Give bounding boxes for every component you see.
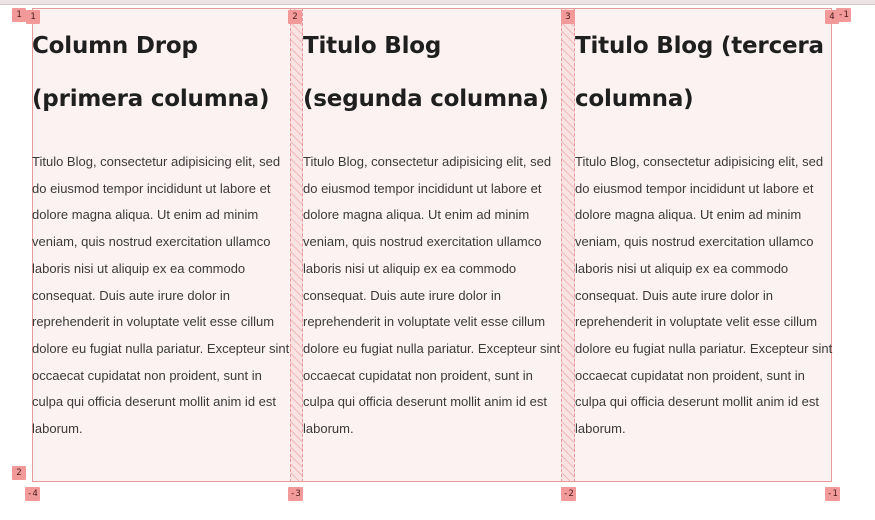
column-3: Titulo Blog (tercera columna) Titulo Blo… xyxy=(575,20,833,443)
column-line-negative-3-badge: -3 xyxy=(288,487,303,501)
column-line-negative-1-badge: -1 xyxy=(825,487,840,501)
row-line-negative-1-badge: -1 xyxy=(836,8,851,22)
row-line-2-badge: 2 xyxy=(12,466,26,480)
column-line-1-badge: 1 xyxy=(26,10,40,24)
column-line-negative-4-badge: -4 xyxy=(25,487,40,501)
row-line-1-badge: 1 xyxy=(12,8,26,22)
column-line-3-badge: 3 xyxy=(561,10,575,24)
column-1-title: Column Drop (primera columna) xyxy=(32,33,270,112)
column-1-text: Titulo Blog, consectetur adipisicing eli… xyxy=(32,154,290,437)
column-2-text: Titulo Blog, consectetur adipisicing eli… xyxy=(303,154,561,437)
column-1: Column Drop (primera columna) Titulo Blo… xyxy=(32,20,290,443)
column-line-negative-2-badge: -2 xyxy=(561,487,576,501)
column-3-title: Titulo Blog (tercera columna) xyxy=(575,33,824,112)
column-line-2-badge: 2 xyxy=(288,10,302,24)
column-2-title: Titulo Blog (segunda columna) xyxy=(303,33,549,112)
window-top-edge xyxy=(0,0,875,5)
column-3-text: Titulo Blog, consectetur adipisicing eli… xyxy=(575,154,833,437)
column-2: Titulo Blog (segunda columna) Titulo Blo… xyxy=(303,20,561,443)
